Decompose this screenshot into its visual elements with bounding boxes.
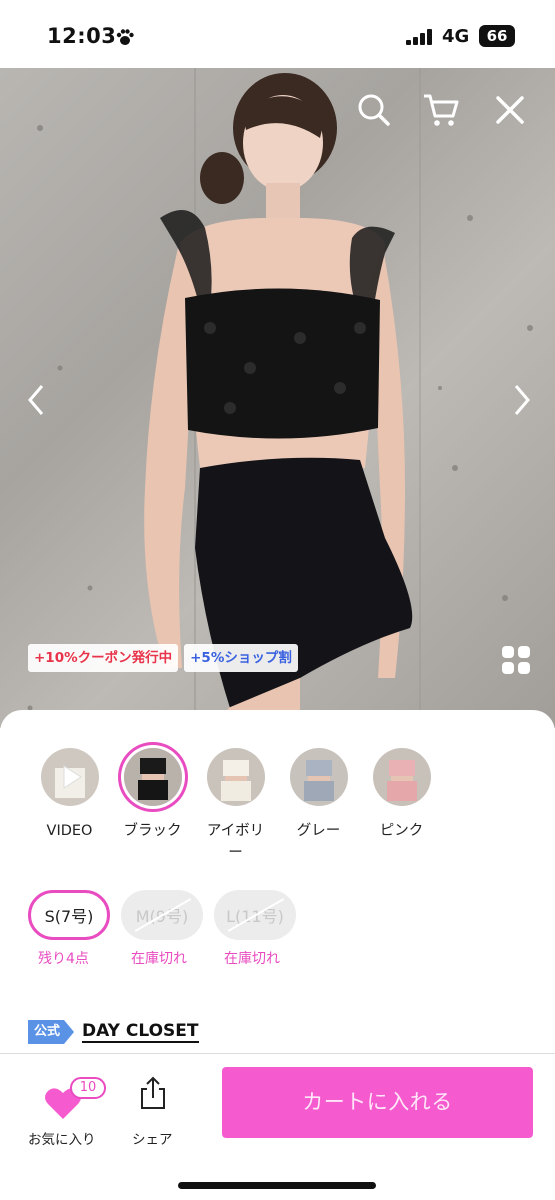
variant-label: VIDEO	[46, 823, 93, 839]
variant-video[interactable]: VIDEO	[28, 748, 111, 864]
official-badge: 公式	[28, 1020, 75, 1044]
favorite-count-badge: 10	[70, 1077, 106, 1099]
home-indicator[interactable]	[178, 1182, 376, 1189]
paw-icon	[116, 29, 134, 45]
variant-black[interactable]: ブラック	[111, 748, 194, 864]
favorite-label: お気に入り	[28, 1132, 96, 1148]
battery-indicator: 66	[479, 25, 515, 47]
variant-ivory[interactable]: アイボリー	[194, 748, 277, 864]
size-option-m[interactable]: M(9号) 在庫切れ	[121, 890, 214, 968]
cart-icon[interactable]	[421, 90, 461, 130]
color-variants: VIDEO ブラック アイボリー グレー ピンク	[28, 748, 443, 864]
size-options: S(7号) 残り4点 M(9号) 在庫切れ L(11号) 在庫切れ	[28, 890, 307, 968]
variant-label: ピンク	[379, 823, 424, 839]
shop-name-link[interactable]: DAY CLOSET	[82, 1021, 199, 1043]
grid-icon[interactable]	[500, 644, 532, 676]
variant-thumbnail[interactable]	[206, 748, 265, 806]
variant-thumbnail[interactable]	[289, 748, 348, 806]
variant-thumbnail[interactable]	[123, 748, 182, 806]
share-button[interactable]: シェア	[124, 1072, 184, 1152]
share-label: シェア	[132, 1132, 173, 1148]
variant-thumbnail[interactable]	[372, 748, 431, 806]
variant-label: アイボリー	[206, 823, 265, 861]
promo-badges: +10%クーポン発行中 +5%ショップ割	[28, 644, 298, 672]
favorite-button[interactable]: 10 お気に入り	[26, 1068, 106, 1148]
size-button[interactable]: L(11号)	[214, 890, 296, 940]
share-icon	[141, 1076, 165, 1109]
stock-note: 在庫切れ	[224, 951, 280, 967]
chevron-left-icon[interactable]	[16, 380, 56, 420]
stock-note: 残り4点	[38, 951, 89, 967]
variant-label: グレー	[296, 823, 341, 839]
search-icon[interactable]	[354, 90, 394, 130]
variant-thumbnail[interactable]	[40, 748, 99, 806]
close-icon[interactable]	[490, 90, 530, 130]
bottom-action-bar: 10 お気に入り シェア カートに入れる	[0, 1053, 555, 1200]
shop-info[interactable]: 公式 DAY CLOSET	[28, 1020, 199, 1044]
status-time: 12:03	[47, 24, 117, 48]
chevron-right-icon[interactable]	[502, 380, 542, 420]
variant-gray[interactable]: グレー	[277, 748, 360, 864]
product-options-sheet: VIDEO ブラック アイボリー グレー ピンク S(7号) 残り4点 M(9号…	[0, 710, 555, 1055]
size-button[interactable]: S(7号)	[28, 890, 110, 940]
size-option-s[interactable]: S(7号) 残り4点	[28, 890, 121, 968]
status-bar: 12:03 4G 66	[0, 0, 555, 68]
variant-pink[interactable]: ピンク	[360, 748, 443, 864]
product-image-carousel[interactable]: +10%クーポン発行中 +5%ショップ割	[0, 68, 555, 728]
variant-label: ブラック	[123, 823, 182, 839]
network-type: 4G	[442, 26, 470, 47]
shop-discount-badge: +5%ショップ割	[184, 644, 298, 672]
signal-icon	[406, 29, 432, 45]
add-to-cart-button[interactable]: カートに入れる	[222, 1067, 533, 1138]
size-option-l[interactable]: L(11号) 在庫切れ	[214, 890, 307, 968]
stock-note: 在庫切れ	[131, 951, 187, 967]
size-button[interactable]: M(9号)	[121, 890, 203, 940]
product-photo	[27, 68, 533, 728]
coupon-badge: +10%クーポン発行中	[28, 644, 179, 672]
